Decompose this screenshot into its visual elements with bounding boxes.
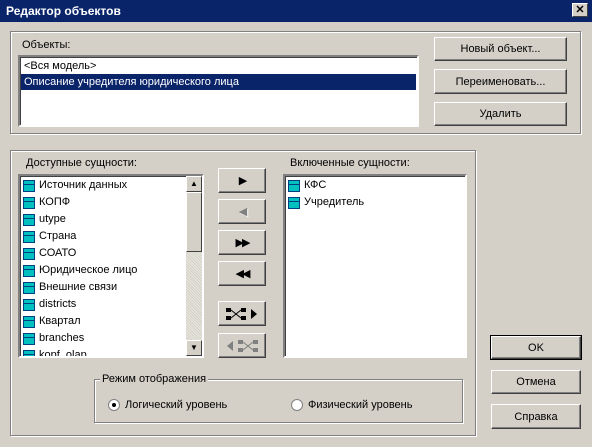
logical-level-radio[interactable]: Логический уровень <box>108 399 227 411</box>
objects-list-item-all-model[interactable]: <Вся модель> <box>21 58 416 74</box>
double-arrow-right-icon: ▶▶ <box>235 237 251 249</box>
included-entities-list[interactable]: КФС Учредитель <box>283 174 467 358</box>
included-entities-label: Включенные сущности: <box>290 157 410 169</box>
title-bar: Редактор объектов ✕ <box>0 0 592 22</box>
table-icon <box>23 332 35 345</box>
scroll-up-arrow-icon[interactable]: ▲ <box>186 176 202 192</box>
radio-checked-icon <box>108 399 120 411</box>
available-entities-label: Доступные сущности: <box>26 157 137 169</box>
close-icon: ✕ <box>575 4 585 16</box>
table-icon <box>23 230 35 243</box>
radio-unchecked-icon <box>291 399 303 411</box>
add-all-entities-button[interactable]: ▶▶ <box>218 230 266 255</box>
included-entity-item[interactable]: КФС <box>285 177 465 194</box>
arrow-left-icon: ◀ <box>238 206 248 218</box>
table-icon <box>23 315 35 328</box>
scroll-down-arrow-icon[interactable]: ▼ <box>186 340 202 356</box>
table-icon <box>23 298 35 311</box>
help-button[interactable]: Справка <box>491 404 581 429</box>
objects-label: Объекты: <box>22 39 71 51</box>
table-icon <box>23 349 35 356</box>
arrow-right-icon: ▶ <box>238 175 248 187</box>
table-icon <box>23 213 35 226</box>
remove-related-entities-button[interactable] <box>218 333 266 358</box>
related-entities-add-icon <box>226 307 257 320</box>
close-button[interactable]: ✕ <box>572 3 588 17</box>
double-arrow-left-icon: ◀◀ <box>235 268 251 280</box>
add-entity-button[interactable]: ▶ <box>218 168 266 193</box>
table-icon <box>23 264 35 277</box>
table-icon <box>23 247 35 260</box>
remove-entity-button[interactable]: ◀ <box>218 199 266 224</box>
related-entities-remove-icon <box>227 339 258 352</box>
ok-button[interactable]: OK <box>490 335 582 360</box>
delete-button[interactable]: Удалить <box>434 102 567 126</box>
available-entities-list[interactable]: Источник данных КОПФ utype Страна СОАТО … <box>18 174 204 358</box>
table-icon <box>23 179 35 192</box>
available-entity-item[interactable]: Внешние связи <box>20 279 186 296</box>
add-related-entities-button[interactable] <box>218 301 266 326</box>
physical-level-radio[interactable]: Физический уровень <box>291 399 412 411</box>
available-entity-item[interactable]: utype <box>20 211 186 228</box>
available-entity-item[interactable]: Страна <box>20 228 186 245</box>
cancel-button[interactable]: Отмена <box>491 370 581 394</box>
available-entity-item[interactable]: Источник данных <box>20 177 186 194</box>
table-icon <box>23 196 35 209</box>
window-title: Редактор объектов <box>6 4 121 18</box>
table-icon <box>288 179 300 192</box>
available-entity-item[interactable]: Юридическое лицо <box>20 262 186 279</box>
remove-all-entities-button[interactable]: ◀◀ <box>218 261 266 286</box>
available-entity-item[interactable]: kopf_olap <box>20 347 186 356</box>
scrollbar-thumb[interactable] <box>186 192 202 252</box>
available-entity-item[interactable]: КОПФ <box>20 194 186 211</box>
available-entity-item[interactable]: districts <box>20 296 186 313</box>
available-entity-item[interactable]: СОАТО <box>20 245 186 262</box>
included-entity-item[interactable]: Учредитель <box>285 194 465 211</box>
objects-list-item-founder-description[interactable]: Описание учредителя юридического лица <box>21 74 416 90</box>
table-icon <box>23 281 35 294</box>
new-object-button[interactable]: Новый объект... <box>434 37 567 61</box>
display-mode-label: Режим отображения <box>100 373 209 385</box>
rename-button[interactable]: Переименовать... <box>434 69 567 94</box>
available-entity-item[interactable]: Квартал <box>20 313 186 330</box>
objects-list[interactable]: <Вся модель> Описание учредителя юридиче… <box>18 55 419 127</box>
table-icon <box>288 196 300 209</box>
available-entity-item[interactable]: branches <box>20 330 186 347</box>
available-list-scrollbar[interactable]: ▲ ▼ <box>186 176 202 356</box>
